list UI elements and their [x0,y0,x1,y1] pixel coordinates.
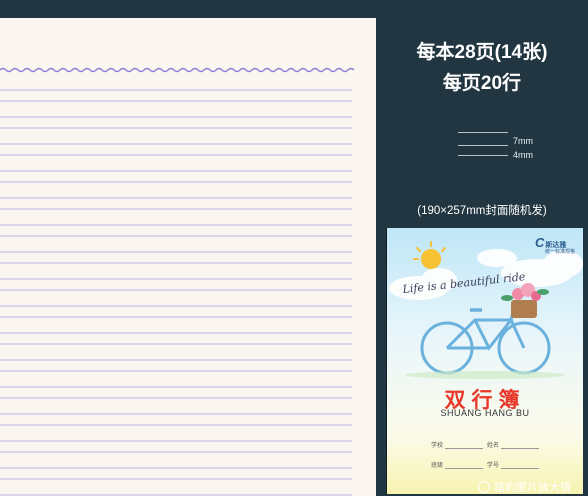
pages-per-book-text: 每本28页(14张) [416,42,548,63]
sun-icon [413,241,446,269]
watermark: 猎豹图片放大镜 [478,479,571,495]
magnifier-icon [478,481,490,493]
lines-per-page-text: 每页20行 [442,73,522,94]
notebook-cover-image: Life is a beautiful ride C斯达雅 统一标准规格 双行簿… [386,228,583,494]
legend-rule-top [458,132,508,133]
flower-basket-icon [501,283,549,318]
legend-upper-label: 7mm [513,136,533,146]
line-spacing-legend: 7mm 4mm [458,130,578,170]
ruling-lines [0,67,355,496]
legend-lower-label: 4mm [513,150,533,160]
field-name: 姓名 [487,440,540,449]
cover-illustration: Life is a beautiful ride [389,241,583,379]
ruled-paper-sheet [0,18,376,496]
legend-rule-bottom [458,155,508,156]
cover-size-note: (190×257mm封面随机发) [417,205,547,217]
legend-rule-mid [458,145,508,146]
field-school: 学校 [431,440,484,449]
brand-logo: C斯达雅 统一标准规格 [535,235,576,255]
cover-script-text: Life is a beautiful ride [401,270,526,296]
field-number: 学号 [487,460,540,469]
wavy-margin-line [0,67,355,73]
field-class: 班级 [431,460,484,469]
cover-title-en: SHUANG HANG BU [440,408,530,418]
